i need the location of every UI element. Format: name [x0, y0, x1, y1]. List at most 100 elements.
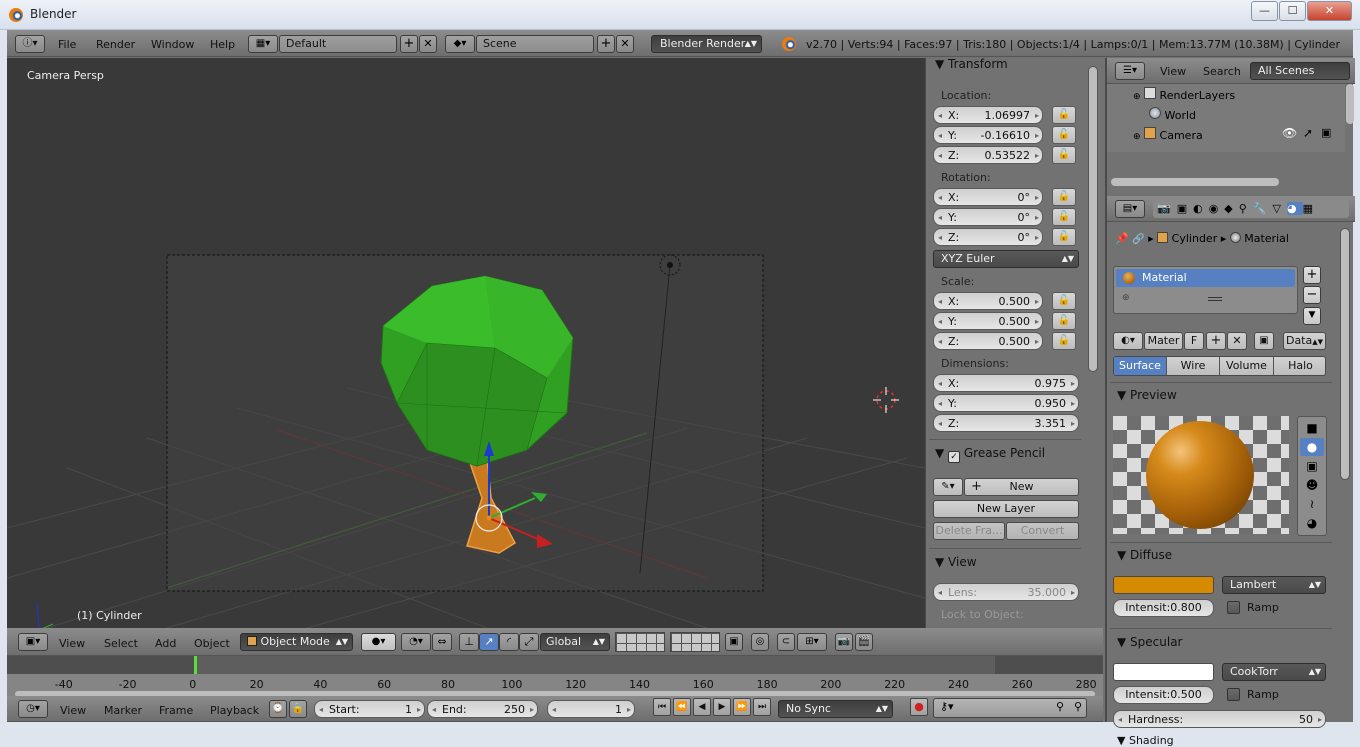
play-icon[interactable]: ▶	[713, 698, 731, 716]
dimensions-z-field[interactable]: ◂ Z: 3.351 ▸	[933, 414, 1079, 432]
menu-file[interactable]: File	[58, 38, 76, 51]
outliner-hscrollbar[interactable]	[1111, 178, 1279, 186]
lock-icon[interactable]: 🔓	[1052, 106, 1076, 124]
node-material-icon[interactable]: ▣	[1254, 332, 1274, 350]
scene-layers-grid[interactable]	[615, 632, 665, 652]
cursor-select-icon[interactable]: ➚	[1303, 126, 1313, 140]
grease-pencil-header[interactable]: ▼ ✓ Grease Pencil	[935, 446, 1045, 463]
proportional-edit-icon[interactable]: ◎	[751, 633, 769, 651]
properties-context-tabs[interactable]: 📷▣◐◉◆⚲🔧▽◕▦	[1153, 200, 1349, 218]
rotation-z-field[interactable]: ◂ Z: 0° ▸	[933, 228, 1043, 246]
pin-icon[interactable]: 📌	[1115, 232, 1129, 245]
lock-time-icon[interactable]: 🔒	[289, 700, 307, 718]
expand-icon[interactable]: ⊕	[1133, 132, 1141, 142]
specular-ramp-checkbox[interactable]	[1227, 688, 1240, 701]
sync-mode-select[interactable]: No Sync ▲▼	[778, 700, 893, 718]
add-screen-icon[interactable]: +	[400, 35, 418, 53]
lens-field[interactable]: ◂ Lens: 35.000 ▸	[933, 583, 1079, 601]
scene-icon[interactable]: ◆▾	[445, 35, 475, 53]
new-material-icon[interactable]: +	[1206, 332, 1226, 350]
current-frame-marker[interactable]	[194, 656, 197, 674]
specular-intensity-field[interactable]: Intensit:0.500	[1113, 686, 1214, 704]
view-panel-header[interactable]: ▼ View	[935, 555, 977, 569]
grease-pencil-new-button[interactable]: + New	[964, 478, 1079, 496]
dimensions-y-field[interactable]: ◂ Y: 0.950 ▸	[933, 394, 1079, 412]
shading-panel-header[interactable]: ▼ Shading	[1117, 734, 1174, 747]
menu-render[interactable]: Render	[96, 38, 135, 51]
slot-expand-icon[interactable]: ⊕	[1122, 293, 1130, 303]
remove-screen-icon[interactable]: ✕	[419, 35, 437, 53]
lock-icon[interactable]: 🔓	[1052, 292, 1076, 310]
timeline-track[interactable]	[7, 656, 1103, 674]
scene-layers-grid-2[interactable]	[670, 632, 720, 652]
outliner-item-renderlayers[interactable]: ⊕ RenderLayers	[1133, 87, 1235, 102]
lock-icon[interactable]: 🔓	[1052, 228, 1076, 246]
translate-manipulator-icon[interactable]: ↗	[479, 633, 499, 651]
specular-shader-select[interactable]: CookTorr ▲▼	[1222, 663, 1326, 681]
outliner-editor-icon[interactable]: ☰▾	[1115, 62, 1145, 80]
opengl-render-icon[interactable]: 📷	[835, 633, 853, 651]
layer-lock-icon[interactable]: ▣	[725, 633, 743, 651]
snap-magnet-icon[interactable]: ⊂	[777, 633, 795, 651]
jump-keyframe-forward-icon[interactable]: ⏩	[733, 698, 751, 716]
breadcrumb-object[interactable]: Cylinder	[1172, 232, 1218, 245]
plane-preview-icon[interactable]: ■	[1300, 419, 1324, 437]
unlink-material-icon[interactable]: ✕	[1227, 332, 1247, 350]
cube-preview-icon[interactable]: ▣	[1300, 457, 1324, 475]
checkbox-checked-icon[interactable]: ✓	[948, 451, 961, 463]
delete-key-icon[interactable]: ⚲	[1074, 700, 1082, 713]
minimize-button[interactable]: —	[1251, 1, 1278, 21]
editor-type-info-icon[interactable]: ⓘ▾	[15, 35, 45, 53]
3d-viewport[interactable]: Camera Persp (1) Cylinder	[7, 58, 925, 628]
lock-icon[interactable]: 🔓	[1052, 332, 1076, 350]
maximize-button[interactable]: ☐	[1279, 1, 1306, 21]
timeline-menu-frame[interactable]: Frame	[159, 704, 193, 717]
outliner-menu-search[interactable]: Search	[1203, 65, 1241, 78]
pencil-icon[interactable]: ✎▾	[933, 478, 963, 496]
diffuse-shader-select[interactable]: Lambert ▲▼	[1222, 576, 1326, 594]
lock-icon[interactable]: 🔓	[1052, 188, 1076, 206]
rotation-mode-select[interactable]: XYZ Euler ▲▼	[933, 250, 1079, 268]
diffuse-ramp-checkbox[interactable]	[1227, 601, 1240, 614]
list-resize-handle[interactable]	[1208, 297, 1222, 301]
outliner-menu-view[interactable]: View	[1160, 65, 1186, 78]
link-data-select[interactable]: Data▲▼	[1283, 332, 1326, 350]
menu-window[interactable]: Window	[151, 38, 194, 51]
rotation-x-field[interactable]: ◂ X: 0° ▸	[933, 188, 1043, 206]
monkey-preview-icon[interactable]: ☻	[1300, 476, 1324, 494]
preview-panel-header[interactable]: ▼ Preview	[1117, 388, 1177, 402]
world-sphere-preview-icon[interactable]: ◕	[1300, 514, 1324, 532]
dimensions-x-field[interactable]: ◂ X: 0.975 ▸	[933, 374, 1079, 392]
opengl-animation-icon[interactable]: 🎬	[855, 633, 873, 651]
location-z-field[interactable]: ◂ Z: 0.53522 ▸	[933, 146, 1043, 164]
rotate-manipulator-icon[interactable]: ◜	[499, 633, 519, 651]
jump-keyframe-back-icon[interactable]: ⏪	[673, 698, 691, 716]
lock-icon[interactable]: 🔓	[1052, 146, 1076, 164]
viewport-shading-icon[interactable]: ●▾	[361, 633, 396, 651]
material-tab-icon[interactable]: ◕	[1286, 202, 1303, 215]
outliner-item-camera[interactable]: ⊕ Camera	[1133, 127, 1203, 142]
new-layer-button[interactable]: New Layer	[933, 500, 1079, 518]
render-engine-select[interactable]: Blender Render ▲▼	[651, 35, 762, 53]
fake-user-button[interactable]: F	[1184, 332, 1204, 350]
specular-color-swatch[interactable]	[1113, 663, 1214, 681]
diffuse-color-swatch[interactable]	[1113, 576, 1214, 594]
expand-icon[interactable]: ⊕	[1133, 92, 1141, 102]
tab-wire[interactable]: Wire	[1167, 357, 1220, 375]
tab-volume[interactable]: Volume	[1220, 357, 1274, 375]
material-slot-row[interactable]: Material	[1116, 269, 1295, 287]
frame-end-field[interactable]: ◂ End: 250 ▸	[427, 700, 538, 718]
render-camera-icon[interactable]: ▣	[1321, 126, 1331, 139]
rotation-y-field[interactable]: ◂ Y: 0° ▸	[933, 208, 1043, 226]
sphere-preview-icon[interactable]: ●	[1300, 438, 1324, 456]
scale-x-field[interactable]: ◂ X: 0.500 ▸	[933, 292, 1043, 310]
view3d-menu-object[interactable]: Object	[194, 637, 230, 650]
close-window-button[interactable]: ✕	[1307, 1, 1352, 21]
view3d-menu-add[interactable]: Add	[155, 637, 176, 650]
scale-z-field[interactable]: ◂ Z: 0.500 ▸	[933, 332, 1043, 350]
lock-icon[interactable]: 🔓	[1052, 312, 1076, 330]
slot-menu-icon[interactable]: ▼	[1303, 307, 1321, 325]
transform-panel-header[interactable]: ▼ Transform	[935, 58, 1008, 71]
remove-scene-icon[interactable]: ✕	[616, 35, 634, 53]
scene-field[interactable]: Scene	[476, 35, 594, 53]
